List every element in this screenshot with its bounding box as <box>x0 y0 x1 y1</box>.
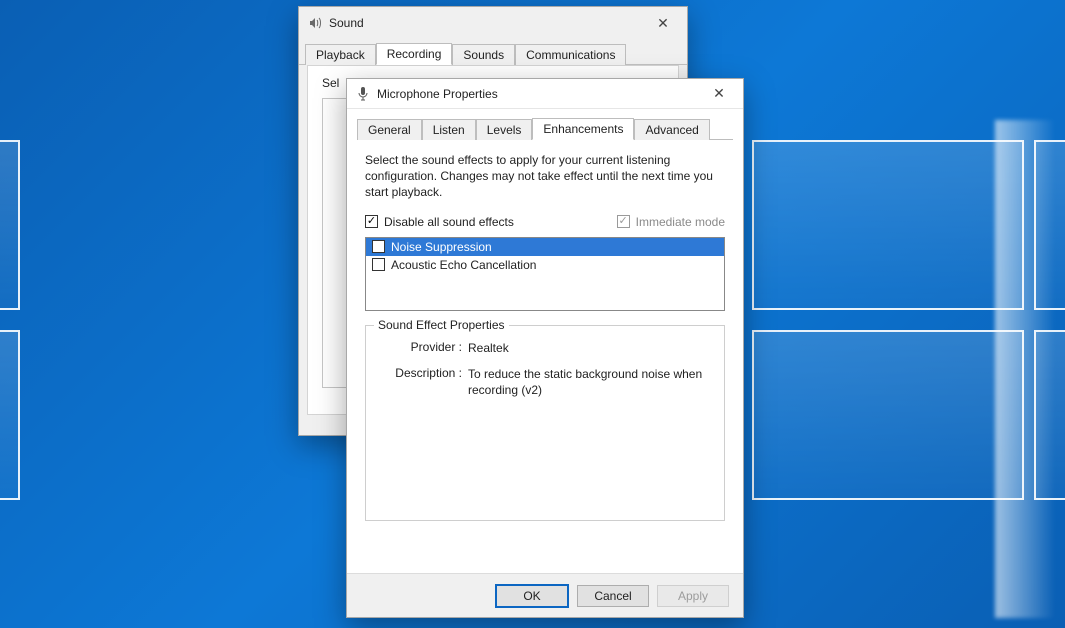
immediate-mode-label: Immediate mode <box>636 215 725 229</box>
mic-body: Select the sound effects to apply for yo… <box>347 140 743 570</box>
microphone-properties-dialog: Microphone Properties ✕ General Listen L… <box>346 78 744 618</box>
checkbox-icon <box>617 215 630 228</box>
ok-button[interactable]: OK <box>495 584 569 608</box>
wallpaper-pane <box>752 330 1024 500</box>
apply-button: Apply <box>657 585 729 607</box>
tab-enhancements[interactable]: Enhancements <box>532 118 634 140</box>
tab-general[interactable]: General <box>357 119 422 140</box>
immediate-mode-checkbox: Immediate mode <box>617 215 725 229</box>
sound-instruction: Sel <box>322 76 339 90</box>
checkbox-icon <box>365 215 378 228</box>
close-icon: ✕ <box>657 15 669 32</box>
sound-close-button[interactable]: ✕ <box>645 12 681 34</box>
sound-titlebar[interactable]: Sound ✕ <box>299 7 687 39</box>
wallpaper-light <box>995 120 1055 618</box>
tab-listen[interactable]: Listen <box>422 119 476 140</box>
cancel-button[interactable]: Cancel <box>577 585 649 607</box>
disable-all-effects-checkbox[interactable]: Disable all sound effects <box>365 215 514 229</box>
mic-close-button[interactable]: ✕ <box>701 83 737 105</box>
close-icon: ✕ <box>713 85 725 102</box>
group-legend: Sound Effect Properties <box>374 318 509 332</box>
effect-item-noise-suppression[interactable]: Noise Suppression <box>366 238 724 256</box>
property-description: Description : To reduce the static backg… <box>378 366 712 398</box>
checkbox-icon[interactable] <box>372 240 385 253</box>
wallpaper-pane <box>0 140 20 310</box>
provider-value: Realtek <box>468 340 712 356</box>
mic-titlebar[interactable]: Microphone Properties ✕ <box>347 79 743 109</box>
sound-title: Sound <box>329 16 645 30</box>
disable-all-label: Disable all sound effects <box>384 215 514 229</box>
enhancements-description: Select the sound effects to apply for yo… <box>365 152 725 201</box>
microphone-icon <box>355 86 371 102</box>
sound-effect-properties-group: Sound Effect Properties Provider : Realt… <box>365 325 725 521</box>
speaker-icon <box>307 15 323 31</box>
wallpaper-pane <box>0 330 20 500</box>
tab-sounds[interactable]: Sounds <box>452 44 515 65</box>
effect-label: Acoustic Echo Cancellation <box>391 258 536 272</box>
tab-playback[interactable]: Playback <box>305 44 376 65</box>
property-provider: Provider : Realtek <box>378 340 712 356</box>
tab-recording[interactable]: Recording <box>376 43 453 65</box>
tab-advanced[interactable]: Advanced <box>634 119 709 140</box>
effects-list[interactable]: Noise Suppression Acoustic Echo Cancella… <box>365 237 725 311</box>
effect-item-echo-cancellation[interactable]: Acoustic Echo Cancellation <box>366 256 724 274</box>
checkbox-icon[interactable] <box>372 258 385 271</box>
sound-tabstrip: Playback Recording Sounds Communications <box>299 39 687 65</box>
mic-tabstrip: General Listen Levels Enhancements Advan… <box>357 117 733 140</box>
enhancements-options-row: Disable all sound effects Immediate mode <box>365 215 725 229</box>
tab-levels[interactable]: Levels <box>476 119 533 140</box>
effect-label: Noise Suppression <box>391 240 492 254</box>
mic-title: Microphone Properties <box>377 87 701 101</box>
provider-label: Provider : <box>378 340 468 356</box>
description-value: To reduce the static background noise wh… <box>468 366 712 398</box>
mic-dialog-footer: OK Cancel Apply <box>347 573 743 617</box>
mic-tabstrip-wrap: General Listen Levels Enhancements Advan… <box>347 109 743 140</box>
description-label: Description : <box>378 366 468 398</box>
tab-communications[interactable]: Communications <box>515 44 626 65</box>
wallpaper-pane <box>752 140 1024 310</box>
